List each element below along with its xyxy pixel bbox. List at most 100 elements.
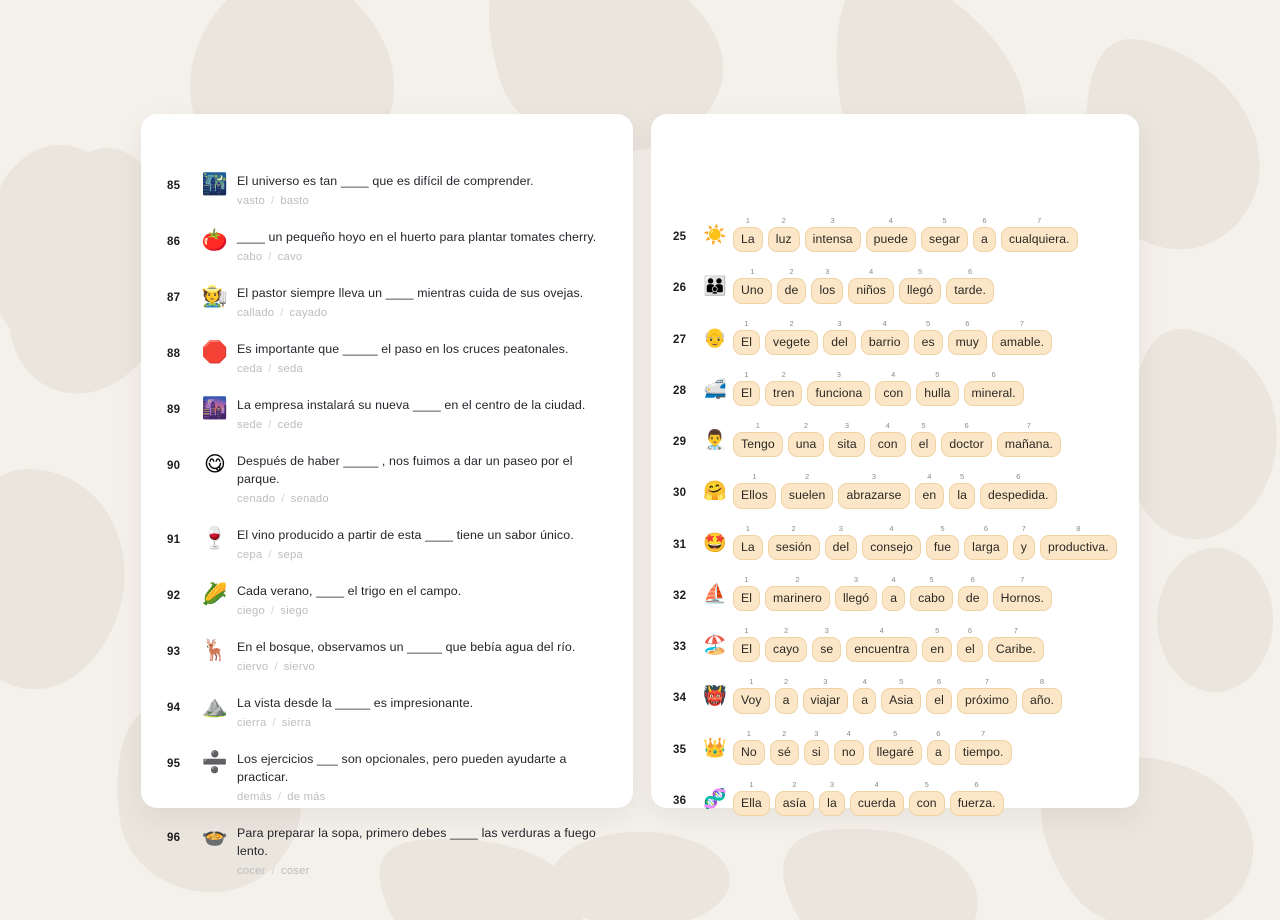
word-tile[interactable]: 3 la [819,781,845,816]
word-tile[interactable]: 3 los [811,268,844,304]
word-tile[interactable]: 6 el [926,678,952,714]
word-tile[interactable]: 2a [774,678,798,714]
option-a[interactable]: cierra [237,717,266,729]
option-a[interactable]: sede [237,419,262,431]
word-tile[interactable]: 3 llegó [834,576,878,611]
word-tile[interactable]: 3 si [803,729,829,765]
word-tile[interactable]: 4 niños [848,268,894,304]
word-tile[interactable]: 4 no [833,729,864,765]
word-tile[interactable]: 7y [1012,524,1035,560]
word-tile[interactable]: 6 tarde. [946,268,994,304]
word-tile[interactable]: 4 cuerda [849,781,904,816]
word-tile[interactable]: 4 consejo [862,524,921,560]
word-tile[interactable]: 2 asía [774,781,815,816]
word-tile[interactable]: 5 el [910,422,937,458]
word-tile[interactable]: 5 fue [925,524,960,560]
word-tile[interactable]: 8 año. [1022,678,1063,714]
word-tile[interactable]: 2 de [776,268,807,304]
word-tile[interactable]: 6 doctor [941,422,992,458]
option-a[interactable]: demás [237,791,272,803]
word-tile[interactable]: 5 Asia [881,678,922,714]
word-tile[interactable]: 2 marinero [765,576,830,611]
option-a[interactable]: ciervo [237,661,268,673]
word-tile[interactable]: 2 una [787,422,825,458]
word-tile[interactable]: 3 viajar [802,678,849,714]
word-tile[interactable]: 5 llegó [898,268,942,304]
word-tile[interactable]: 7 amable. [992,319,1053,355]
word-tile[interactable]: 5 la [949,473,975,509]
word-tile[interactable]: 2 suelen [780,473,834,509]
word-tile[interactable]: 5 hulla [916,371,959,406]
word-tile[interactable]: 3 se [812,627,842,663]
option-b[interactable]: cavo [278,251,303,263]
word-tile[interactable]: 4 encuentra [846,627,918,663]
word-tile[interactable]: 6a [973,217,996,253]
word-tile[interactable]: 3 del [824,524,858,560]
word-tile[interactable]: 1 No [733,729,765,765]
word-tile[interactable]: 4a [882,576,906,611]
word-tile[interactable]: 1 El [733,371,761,406]
word-tile[interactable]: 1 Ella [733,781,770,816]
word-tile[interactable]: 1 Tengo [733,422,783,458]
word-tile[interactable]: 6 despedida. [980,473,1057,509]
option-a[interactable]: cocer [237,865,266,877]
word-tile[interactable]: 6 fuerza. [949,781,1004,816]
word-tile[interactable]: 8 productiva. [1039,524,1117,560]
word-tile[interactable]: 1 La [733,524,763,560]
word-tile[interactable]: 3 intensa [804,217,861,253]
word-tile[interactable]: 6 de [957,576,988,611]
word-tile[interactable]: 4 puede [865,217,917,253]
word-tile[interactable]: 3 abrazarse [838,473,910,509]
word-tile[interactable]: 6 el [957,627,983,663]
word-tile[interactable]: 4 barrio [860,319,909,355]
word-tile[interactable]: 4 en [914,473,945,509]
word-tile[interactable]: 4a [853,678,877,714]
option-a[interactable]: vasto [237,195,265,207]
word-tile[interactable]: 6 larga [964,524,1008,560]
option-a[interactable]: cepa [237,549,262,561]
word-tile[interactable]: 7 Caribe. [987,627,1044,663]
option-b[interactable]: basto [280,195,309,207]
word-tile[interactable]: 5 segar [921,217,969,253]
word-tile[interactable]: 1 Uno [733,268,772,304]
option-a[interactable]: cenado [237,493,275,505]
word-tile[interactable]: 3 funciona [807,371,871,406]
option-b[interactable]: siervo [284,661,315,673]
word-tile[interactable]: 7 Hornos. [992,576,1053,611]
word-tile[interactable]: 2 tren [765,371,803,406]
word-tile[interactable]: 4 con [875,371,912,406]
word-tile[interactable]: 5 en [922,627,953,663]
option-b[interactable]: cede [278,419,303,431]
word-tile[interactable]: 5 cabo [910,576,953,611]
word-tile[interactable]: 6 muy [947,319,987,355]
word-tile[interactable]: 1 La [733,217,763,253]
word-tile[interactable]: 1 Ellos [733,473,776,509]
word-tile[interactable]: 3 del [823,319,856,355]
option-b[interactable]: siego [280,605,308,617]
option-b[interactable]: senado [291,493,329,505]
option-a[interactable]: cabo [237,251,262,263]
option-b[interactable]: cayado [290,307,328,319]
word-tile[interactable]: 6 mineral. [963,371,1024,406]
word-tile[interactable]: 7 tiempo. [954,729,1012,765]
option-b[interactable]: sepa [278,549,303,561]
word-tile[interactable]: 5 llegaré [868,729,922,765]
option-b[interactable]: sierra [282,717,311,729]
word-tile[interactable]: 3 sita [829,422,865,458]
option-a[interactable]: ceda [237,363,262,375]
word-tile[interactable]: 7 próximo [956,678,1017,714]
word-tile[interactable]: 2 luz [767,217,800,253]
word-tile[interactable]: 1 El [733,576,761,611]
word-tile[interactable]: 7 cualquiera. [1000,217,1078,253]
word-tile[interactable]: 2 sé [769,729,799,765]
word-tile[interactable]: 7 mañana. [996,422,1061,458]
option-b[interactable]: de más [287,791,325,803]
word-tile[interactable]: 1 Voy [733,678,770,714]
word-tile[interactable]: 2 vegete [765,319,819,355]
word-tile[interactable]: 1 El [733,627,761,663]
word-tile[interactable]: 2 cayo [765,627,808,663]
word-tile[interactable]: 4 con [869,422,906,458]
option-a[interactable]: ciego [237,605,265,617]
word-tile[interactable]: 5 con [908,781,945,816]
word-tile[interactable]: 6a [926,729,950,765]
